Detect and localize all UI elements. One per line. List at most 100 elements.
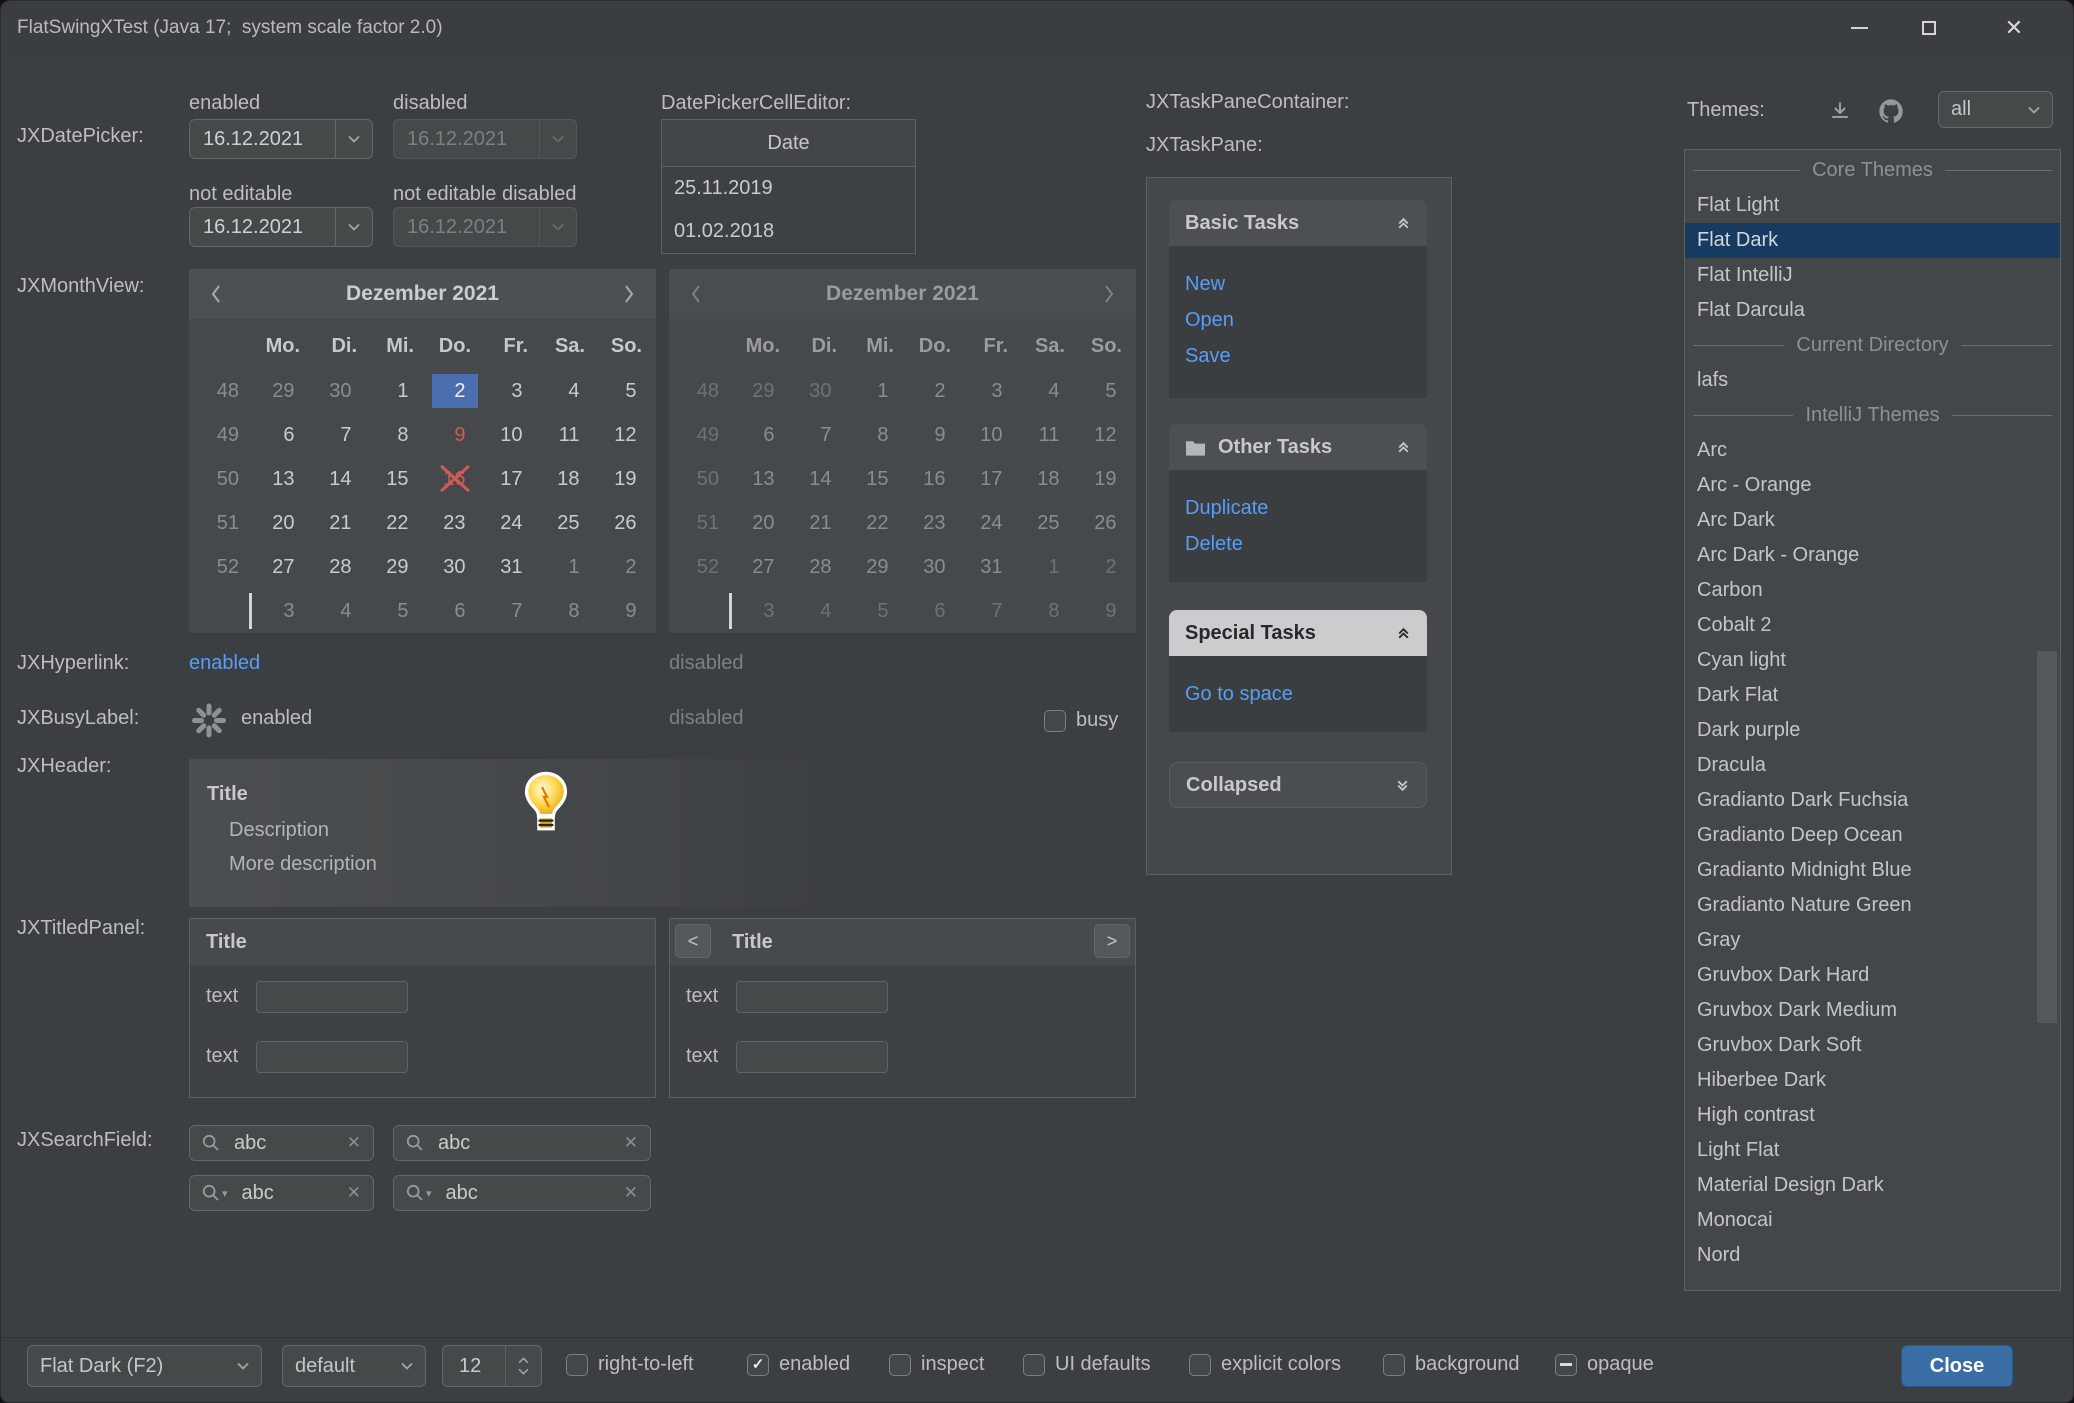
theme-list-item[interactable]: Flat Dark (1685, 223, 2060, 258)
theme-list-item[interactable]: Flat Darcula (1685, 293, 2060, 328)
calendar-day[interactable]: 4 (546, 374, 592, 408)
calendar-day[interactable]: 5 (603, 374, 649, 408)
calendar-day[interactable]: 17 (489, 462, 535, 496)
theme-list-item[interactable]: Monocai (1685, 1203, 2060, 1238)
theme-list-item[interactable]: High contrast (1685, 1098, 2060, 1133)
double-chevron-up-icon[interactable] (1396, 440, 1411, 455)
prev-month-icon[interactable] (205, 283, 227, 305)
checkbox-box[interactable] (566, 1354, 588, 1376)
search-menu-icon[interactable]: ▾ (202, 1184, 228, 1202)
checkbox-box[interactable]: ✓ (747, 1354, 769, 1376)
calendar-day[interactable]: 18 (546, 462, 592, 496)
datepicker-not-editable[interactable]: 16.12.2021 (189, 207, 373, 247)
taskpane-link[interactable]: Delete (1185, 526, 1411, 562)
datepicker-value[interactable]: 16.12.2021 (190, 120, 335, 158)
checkbox-box[interactable] (1023, 1354, 1045, 1376)
text-input[interactable] (736, 1041, 888, 1073)
spinner-buttons[interactable] (505, 1346, 541, 1386)
theme-list-item[interactable]: Light Flat (1685, 1133, 2060, 1168)
chevron-down-icon[interactable] (335, 208, 372, 246)
calendar-day[interactable]: 5 (375, 594, 421, 628)
taskpane-link[interactable]: Save (1185, 338, 1411, 374)
download-icon[interactable] (1825, 97, 1855, 125)
theme-list-item[interactable]: Nord (1685, 1238, 2060, 1273)
theme-filter-combo[interactable]: all (1938, 91, 2053, 128)
double-chevron-up-icon[interactable] (1396, 216, 1411, 231)
taskpane-header[interactable]: Other Tasks (1169, 424, 1427, 470)
theme-list-item[interactable]: Arc Dark (1685, 503, 2060, 538)
minimize-button[interactable] (1835, 6, 1883, 50)
checkbox-opaque[interactable]: opaque (1555, 1353, 1654, 1376)
calendar-day[interactable]: 8 (546, 594, 592, 628)
monthview-enabled[interactable]: Dezember 2021Mo.Di.Mi.Do.Fr.Sa.So.482930… (189, 269, 656, 633)
calendar-day[interactable]: 11 (546, 418, 592, 452)
prev-button[interactable]: < (675, 924, 711, 958)
checkbox-box[interactable] (1383, 1354, 1405, 1376)
double-chevron-up-icon[interactable] (1396, 626, 1411, 641)
theme-list-item[interactable]: Flat Light (1685, 188, 2060, 223)
search-input[interactable] (240, 1181, 339, 1206)
search-input[interactable] (232, 1131, 339, 1156)
calendar-day[interactable]: 20 (261, 506, 307, 540)
calendar-day[interactable]: 10 (489, 418, 535, 452)
theme-list-item[interactable]: Dark purple (1685, 713, 2060, 748)
theme-list-item[interactable]: Cyan light (1685, 643, 2060, 678)
datepicker-enabled[interactable]: 16.12.2021 (189, 119, 373, 159)
theme-list-item[interactable]: Dark Flat (1685, 678, 2060, 713)
text-input[interactable] (256, 981, 408, 1013)
font-family-combo[interactable]: default (282, 1345, 426, 1387)
taskpane-header[interactable]: Collapsed (1169, 762, 1427, 808)
calendar-day[interactable]: 2 (432, 374, 478, 408)
calendar-day[interactable]: 3 (261, 594, 307, 628)
close-button[interactable]: Close (1901, 1345, 2013, 1387)
checkbox-ui-defaults[interactable]: UI defaults (1023, 1353, 1151, 1376)
calendar-day[interactable]: 24 (489, 506, 535, 540)
github-icon[interactable] (1875, 95, 1907, 127)
checkbox-box[interactable] (1044, 710, 1066, 732)
next-button[interactable]: > (1094, 924, 1130, 958)
theme-list-item[interactable]: lafs (1685, 363, 2060, 398)
calendar-day[interactable]: 7 (318, 418, 364, 452)
calendar-day[interactable]: 13 (261, 462, 307, 496)
theme-list-item[interactable]: Gruvbox Dark Medium (1685, 993, 2060, 1028)
theme-list-item[interactable]: Flat IntelliJ (1685, 258, 2060, 293)
calendar-day[interactable]: 27 (261, 550, 307, 584)
calendar-day[interactable]: 30 (432, 550, 478, 584)
calendar-day[interactable]: 9 (603, 594, 649, 628)
theme-list-item[interactable]: Gradianto Deep Ocean (1685, 818, 2060, 853)
font-size-spinner[interactable]: 12 (442, 1345, 542, 1387)
search-field-with-menu[interactable]: ▾ ✕ (393, 1175, 651, 1211)
checkbox-box[interactable] (889, 1354, 911, 1376)
checkbox-box[interactable] (1189, 1354, 1211, 1376)
calendar-day[interactable]: 7 (489, 594, 535, 628)
taskpane-link[interactable]: Duplicate (1185, 490, 1411, 526)
theme-list-item[interactable]: Hiberbee Dark (1685, 1063, 2060, 1098)
theme-list-item[interactable]: Gradianto Midnight Blue (1685, 853, 2060, 888)
calendar-day[interactable]: 8 (375, 418, 421, 452)
calendar-day[interactable]: 1 (546, 550, 592, 584)
taskpane-header[interactable]: Special Tasks (1169, 610, 1427, 656)
calendar-day[interactable]: 26 (603, 506, 649, 540)
theme-list-item[interactable]: Gradianto Dark Fuchsia (1685, 783, 2060, 818)
checkbox-explicit-colors[interactable]: explicit colors (1189, 1353, 1341, 1376)
calendar-day[interactable]: 6 (432, 594, 478, 628)
table-row[interactable]: 25.11.2019 (662, 167, 915, 210)
busy-checkbox[interactable]: busy (1044, 709, 1118, 732)
checkbox-box[interactable] (1555, 1354, 1577, 1376)
taskpane-header[interactable]: Basic Tasks (1169, 200, 1427, 246)
calendar-day[interactable]: 15 (375, 462, 421, 496)
calendar-day[interactable]: 4 (318, 594, 364, 628)
clear-icon[interactable]: ✕ (616, 1183, 638, 1203)
search-input[interactable] (436, 1131, 616, 1156)
calendar-day[interactable]: 2 (603, 550, 649, 584)
calendar-day[interactable]: 22 (375, 506, 421, 540)
calendar-day[interactable]: 29 (375, 550, 421, 584)
theme-list-item[interactable]: Gray (1685, 923, 2060, 958)
double-chevron-down-icon[interactable] (1395, 778, 1410, 793)
calendar-day[interactable]: 31 (489, 550, 535, 584)
maximize-button[interactable] (1905, 6, 1953, 50)
calendar-day[interactable]: 16 (432, 462, 478, 496)
chevron-down-icon[interactable] (335, 120, 372, 158)
calendar-day[interactable]: 29 (261, 374, 307, 408)
theme-list-item[interactable]: Gruvbox Dark Hard (1685, 958, 2060, 993)
